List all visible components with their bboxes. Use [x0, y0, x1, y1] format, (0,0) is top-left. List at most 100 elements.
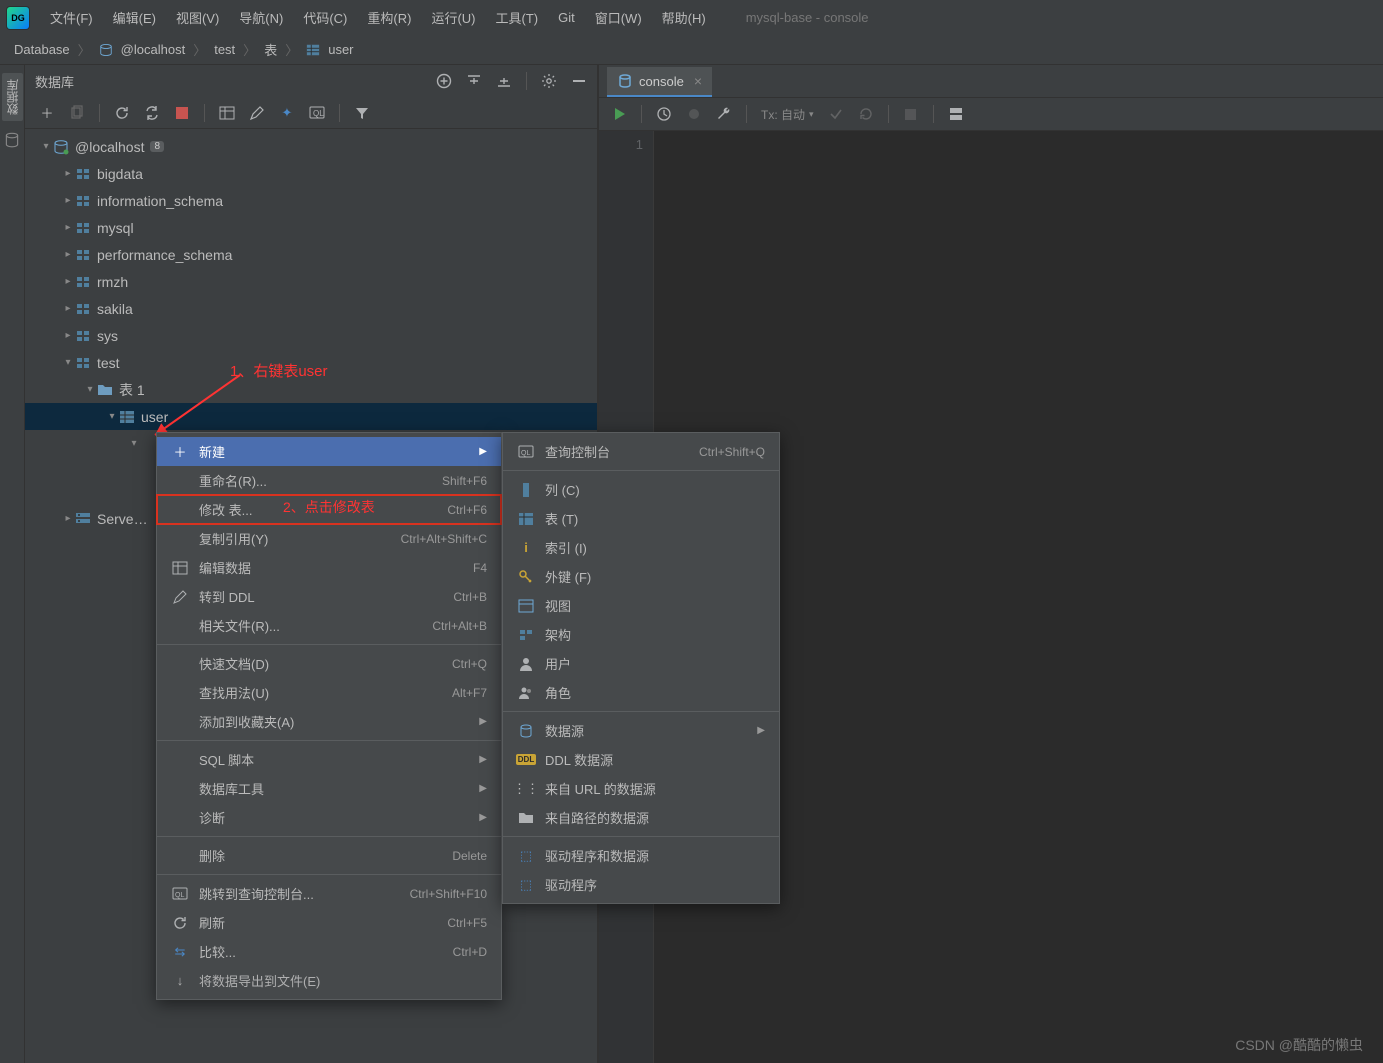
- gear-icon[interactable]: [541, 73, 557, 89]
- tree-schema[interactable]: sakila: [97, 301, 133, 317]
- stop-icon[interactable]: [174, 105, 190, 121]
- edit-icon[interactable]: [249, 105, 265, 121]
- crumb-db[interactable]: test: [214, 42, 235, 57]
- menu-tools[interactable]: 工具(T): [485, 0, 548, 35]
- expand-arrow-icon[interactable]: [61, 249, 75, 260]
- menu-nav[interactable]: 导航(N): [229, 0, 293, 35]
- expand-icon[interactable]: [496, 73, 512, 89]
- ctx-delete[interactable]: 删除Delete: [157, 841, 501, 870]
- sub-path-datasource[interactable]: 来自路径的数据源: [503, 803, 779, 832]
- ctx-edit-data[interactable]: 编辑数据F4: [157, 553, 501, 582]
- sub-ddl-datasource[interactable]: DDLDDL 数据源: [503, 745, 779, 774]
- commit-icon[interactable]: [828, 106, 844, 122]
- wrench-icon[interactable]: [716, 106, 732, 122]
- expand-arrow-icon[interactable]: [61, 303, 75, 314]
- close-icon[interactable]: ×: [694, 73, 702, 89]
- ctx-quick-doc[interactable]: 快速文档(D)Ctrl+Q: [157, 649, 501, 678]
- expand-arrow-icon[interactable]: [61, 330, 75, 341]
- tx-mode[interactable]: Tx: 自动 ▾: [761, 106, 814, 123]
- tree-schema-test[interactable]: test: [97, 355, 120, 371]
- tree-schema[interactable]: information_schema: [97, 193, 223, 209]
- crumb-tables[interactable]: 表: [264, 40, 277, 59]
- expand-arrow-icon[interactable]: [83, 384, 97, 395]
- crumb-host[interactable]: @localhost: [121, 42, 186, 57]
- record-icon[interactable]: [686, 106, 702, 122]
- crumb-user[interactable]: user: [328, 42, 353, 57]
- console-icon[interactable]: QL: [309, 105, 325, 121]
- sub-datasource[interactable]: 数据源▶: [503, 716, 779, 745]
- history-icon[interactable]: [656, 106, 672, 122]
- tree-schema[interactable]: sys: [97, 328, 118, 344]
- run-icon[interactable]: [611, 106, 627, 122]
- tree-schema[interactable]: rmzh: [97, 274, 128, 290]
- tab-console[interactable]: console ×: [607, 67, 712, 97]
- filter-icon[interactable]: [354, 105, 370, 121]
- ctx-rename[interactable]: 重命名(R)...Shift+F6: [157, 466, 501, 495]
- hide-icon[interactable]: [571, 73, 587, 89]
- tree-schema[interactable]: bigdata: [97, 166, 143, 182]
- ctx-copy-reference[interactable]: 复制引用(Y)Ctrl+Alt+Shift+C: [157, 524, 501, 553]
- ctx-goto-ddl[interactable]: 转到 DDLCtrl+B: [157, 582, 501, 611]
- sub-schema[interactable]: 架构: [503, 620, 779, 649]
- sub-url-datasource[interactable]: ⋮⋮来自 URL 的数据源: [503, 774, 779, 803]
- menu-run[interactable]: 运行(U): [421, 0, 485, 35]
- refresh-icon[interactable]: [114, 105, 130, 121]
- jump-icon[interactable]: ✦: [279, 105, 295, 121]
- expand-arrow-icon[interactable]: [39, 141, 53, 152]
- ctx-new[interactable]: ＋ 新建▶: [157, 437, 501, 466]
- sub-index[interactable]: i索引 (I): [503, 533, 779, 562]
- tree-server-objects[interactable]: Serve…: [97, 511, 148, 527]
- ctx-refresh[interactable]: 刷新Ctrl+F5: [157, 908, 501, 937]
- ctx-sql-scripts[interactable]: SQL 脚本▶: [157, 745, 501, 774]
- ctx-db-tools[interactable]: 数据库工具▶: [157, 774, 501, 803]
- ctx-export[interactable]: ↓将数据导出到文件(E): [157, 966, 501, 995]
- sync-icon[interactable]: [144, 105, 160, 121]
- sub-driver[interactable]: ⬚驱动程序: [503, 870, 779, 899]
- table-view-icon[interactable]: [219, 105, 235, 121]
- collapse-icon[interactable]: [466, 73, 482, 89]
- sub-foreign-key[interactable]: 外键 (F): [503, 562, 779, 591]
- ctx-find-usages[interactable]: 查找用法(U)Alt+F7: [157, 678, 501, 707]
- menu-window[interactable]: 窗口(W): [585, 0, 652, 35]
- menu-git[interactable]: Git: [548, 0, 585, 35]
- menu-edit[interactable]: 编辑(E): [103, 0, 166, 35]
- add-datasource-icon[interactable]: [436, 73, 452, 89]
- sub-column[interactable]: 列 (C): [503, 475, 779, 504]
- copy-icon[interactable]: [69, 105, 85, 121]
- expand-arrow-icon[interactable]: [127, 438, 141, 449]
- ctx-compare[interactable]: ⇆比较...Ctrl+D: [157, 937, 501, 966]
- ctx-add-favorites[interactable]: 添加到收藏夹(A)▶: [157, 707, 501, 736]
- menu-code[interactable]: 代码(C): [293, 0, 357, 35]
- expand-arrow-icon[interactable]: [61, 168, 75, 179]
- tree-host[interactable]: @localhost: [75, 139, 144, 155]
- menu-view[interactable]: 视图(V): [166, 0, 229, 35]
- menu-refactor[interactable]: 重构(R): [357, 0, 421, 35]
- expand-arrow-icon[interactable]: [61, 357, 75, 368]
- ctx-diagnostics[interactable]: 诊断▶: [157, 803, 501, 832]
- crumb-database[interactable]: Database: [14, 42, 70, 57]
- plus-icon[interactable]: ＋: [39, 105, 55, 121]
- layout-icon[interactable]: [948, 106, 964, 122]
- expand-arrow-icon[interactable]: [61, 195, 75, 206]
- tree-schema[interactable]: performance_schema: [97, 247, 232, 263]
- sub-driver-datasource[interactable]: ⬚驱动程序和数据源: [503, 841, 779, 870]
- database-toolwindow-tab[interactable]: 数据库: [2, 73, 23, 121]
- expand-arrow-icon[interactable]: [61, 222, 75, 233]
- sub-table[interactable]: 表 (T): [503, 504, 779, 533]
- stop-query-icon[interactable]: [903, 106, 919, 122]
- expand-arrow-icon[interactable]: [105, 411, 119, 422]
- ctx-related-files[interactable]: 相关文件(R)...Ctrl+Alt+B: [157, 611, 501, 640]
- db-strip-icon[interactable]: [3, 131, 21, 149]
- tree-tables-folder[interactable]: 表 1: [119, 380, 145, 400]
- tree-table-user[interactable]: user: [25, 403, 597, 430]
- sub-role[interactable]: 角色: [503, 678, 779, 707]
- ctx-jump-console[interactable]: QL跳转到查询控制台...Ctrl+Shift+F10: [157, 879, 501, 908]
- sub-view[interactable]: 视图: [503, 591, 779, 620]
- sub-query-console[interactable]: QL查询控制台Ctrl+Shift+Q: [503, 437, 779, 466]
- menu-file[interactable]: 文件(F): [40, 0, 103, 35]
- ctx-modify-table[interactable]: 修改 表...Ctrl+F6: [157, 495, 501, 524]
- expand-arrow-icon[interactable]: [61, 513, 75, 524]
- expand-arrow-icon[interactable]: [61, 276, 75, 287]
- menu-help[interactable]: 帮助(H): [652, 0, 716, 35]
- tree-schema[interactable]: mysql: [97, 220, 134, 236]
